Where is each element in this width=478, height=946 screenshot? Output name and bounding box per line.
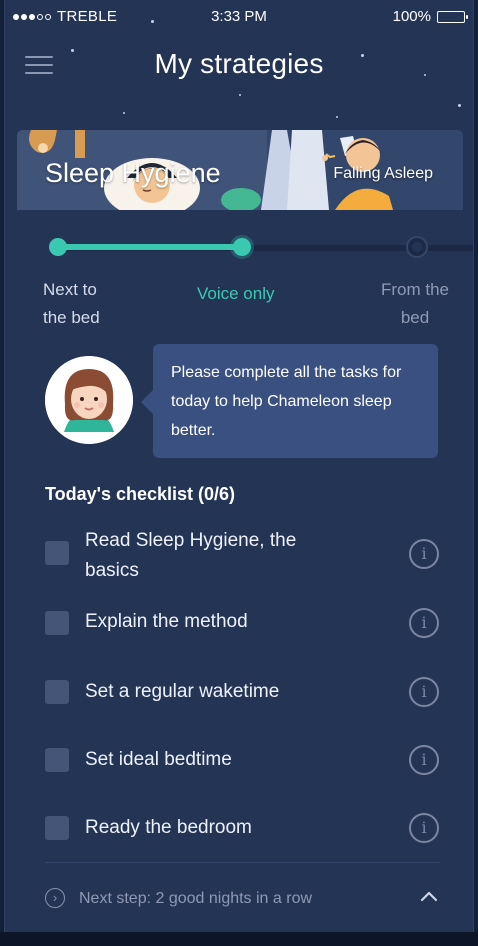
step-label-line: bed (400, 308, 430, 327)
checkbox[interactable] (45, 611, 69, 635)
checkbox[interactable] (45, 541, 69, 565)
next-step-text: Next step: 2 good nights in a row (79, 890, 313, 907)
checklist-title: Today's checklist (0/6) (45, 484, 236, 504)
step-label-line: Voice only (197, 284, 275, 303)
info-icon[interactable]: i (409, 813, 439, 843)
coach-message-line: Please complete all the tasks for (171, 364, 402, 381)
info-icon[interactable]: i (409, 608, 439, 638)
progress-fill (61, 244, 241, 250)
strategy-banner[interactable]: Sleep Hygiene Falling Asleep (17, 130, 463, 210)
page-title: My strategies (154, 48, 324, 79)
coach-message-line: today to help Chameleon sleep (171, 393, 392, 410)
checkbox[interactable] (45, 748, 69, 772)
checklist-item-label: Set ideal bedtime (85, 749, 232, 770)
next-strategy-title[interactable]: Falling Asleep (333, 165, 433, 183)
info-icon[interactable]: i (409, 745, 439, 775)
battery-percentage: 100% (392, 8, 431, 25)
coach-message-line: better. (171, 422, 216, 439)
strategy-progress: Next to the bed Voice only From the bed (5, 210, 473, 340)
app-screen: TREBLE 3:33 PM 100% My strategies Sleep … (4, 0, 474, 932)
battery-status: 100% (392, 0, 468, 34)
woman-avatar-icon (45, 356, 133, 444)
checklist-item-label: Ready the bedroom (85, 817, 252, 838)
step-dot-from-bed[interactable] (408, 238, 426, 256)
step-label-line: Next to (43, 280, 97, 299)
battery-icon (437, 11, 468, 23)
step-dot-next-to-bed[interactable] (49, 238, 67, 256)
step-label-voice-only[interactable]: Voice only (197, 280, 275, 308)
arrow-right-circle-icon: › (45, 888, 65, 908)
next-step-bar[interactable]: › Next step: 2 good nights in a row (45, 880, 441, 916)
step-label-line: the bed (43, 308, 100, 327)
info-icon[interactable]: i (409, 677, 439, 707)
step-dot-voice-only[interactable] (233, 238, 251, 256)
status-bar: TREBLE 3:33 PM 100% (5, 0, 473, 34)
checkbox[interactable] (45, 816, 69, 840)
checklist-item-label-line: Read Sleep Hygiene, the (85, 530, 297, 551)
coach-message-bubble: Please complete all the tasks for today … (141, 344, 438, 458)
checklist-item-label: Set a regular waketime (85, 681, 280, 702)
strategy-title: Sleep Hygiene (45, 158, 221, 188)
checklist-item-label: Read Sleep Hygiene, the basics (85, 526, 325, 586)
bottom-edge (0, 932, 478, 946)
step-label-from-bed[interactable]: From the bed (381, 276, 449, 332)
checklist-item-label-line: basics (85, 560, 139, 581)
chevron-up-icon[interactable] (417, 887, 441, 907)
step-label-next-to-bed[interactable]: Next to the bed (43, 276, 100, 332)
divider (45, 862, 440, 863)
info-icon[interactable]: i (409, 539, 439, 569)
step-label-line: From the (381, 280, 450, 299)
checkbox[interactable] (45, 680, 69, 704)
checklist-item-label: Explain the method (85, 611, 248, 632)
